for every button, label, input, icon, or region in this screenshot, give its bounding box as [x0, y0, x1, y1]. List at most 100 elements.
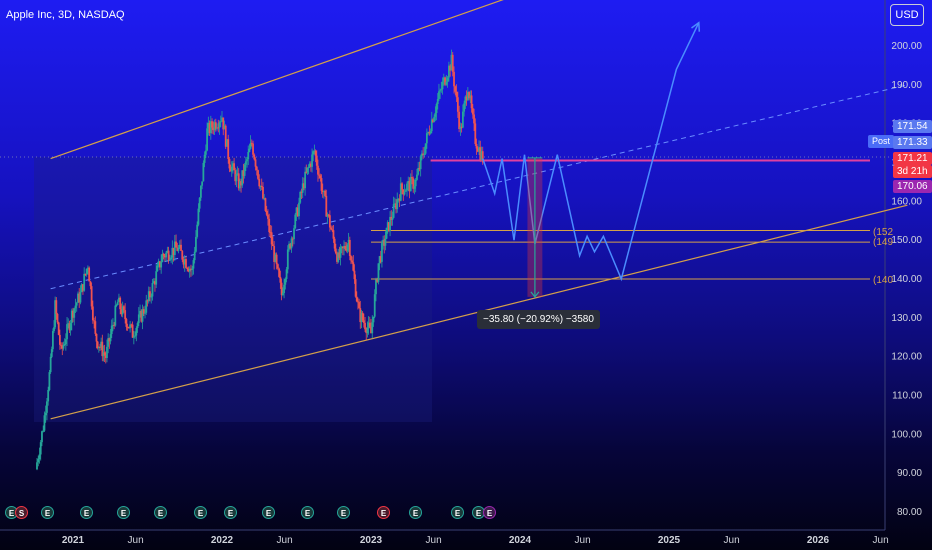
- candle-body: [304, 171, 307, 189]
- currency-button[interactable]: USD: [890, 4, 924, 26]
- level-label-3: (140: [873, 275, 894, 286]
- candle-body: [137, 314, 140, 324]
- candle-body: [283, 284, 285, 294]
- candle-body: [267, 214, 269, 219]
- candle-body: [204, 150, 207, 155]
- range-shade: [34, 157, 432, 422]
- candle-body: [312, 151, 315, 155]
- price-scale-label: 160.00: [891, 196, 922, 207]
- candle-body: [401, 183, 403, 190]
- price-scale-label: 120.00: [891, 352, 922, 363]
- candle-body: [314, 150, 317, 156]
- candle-body: [165, 252, 168, 258]
- candle-body: [311, 154, 313, 167]
- candle-body: [396, 199, 399, 210]
- candle-body: [414, 179, 417, 187]
- measure-readout: −35.80 (−20.92%) −3580: [477, 310, 600, 329]
- candle-body: [471, 108, 474, 115]
- earnings-event-marker[interactable]: E: [117, 506, 130, 519]
- earnings-event-marker[interactable]: E: [409, 506, 422, 519]
- candle-body: [264, 198, 267, 211]
- candle-body: [85, 268, 88, 274]
- candle-body: [409, 177, 412, 192]
- candle-body: [358, 302, 360, 309]
- earnings-event-marker[interactable]: E: [154, 506, 167, 519]
- candle-body: [44, 412, 47, 416]
- candle-body: [353, 270, 356, 280]
- candle-body: [202, 162, 205, 182]
- candle-body: [463, 103, 466, 112]
- candle-body: [381, 243, 383, 262]
- price-scale-label: 80.00: [897, 507, 922, 518]
- candle-body: [203, 154, 206, 163]
- candle-body: [149, 291, 151, 298]
- time-scale-label: Jun: [724, 535, 740, 546]
- candle-body: [419, 156, 422, 170]
- candle-body: [333, 238, 336, 249]
- price-scale-label: 90.00: [897, 468, 922, 479]
- candle-body: [350, 256, 352, 261]
- candle-body: [355, 296, 358, 302]
- candle-body: [186, 267, 189, 269]
- candle-body: [84, 273, 87, 275]
- candle-body: [191, 268, 194, 270]
- time-scale-label: Jun: [426, 535, 442, 546]
- candle-body: [339, 247, 342, 258]
- candle-body: [354, 279, 357, 297]
- earnings-event-marker[interactable]: E: [224, 506, 237, 519]
- earnings-event-marker[interactable]: E: [194, 506, 207, 519]
- candle-body: [473, 114, 475, 124]
- candle-body: [286, 249, 289, 270]
- candle: [48, 369, 51, 392]
- candle-body: [156, 265, 159, 272]
- candle-body: [453, 71, 455, 87]
- candle-body: [425, 133, 428, 144]
- earnings-event-marker[interactable]: E: [262, 506, 275, 519]
- candle: [438, 83, 440, 101]
- candle: [428, 125, 431, 136]
- price-chart[interactable]: 200.00190.00180.00170.00160.00150.00140.…: [0, 0, 932, 550]
- candle-body: [424, 143, 427, 154]
- candle-body: [79, 292, 82, 303]
- earnings-event-marker[interactable]: E: [451, 506, 464, 519]
- earnings-event-marker[interactable]: E: [337, 506, 350, 519]
- candle-body: [99, 346, 101, 348]
- candle-body: [131, 324, 134, 338]
- candle-body: [198, 197, 201, 209]
- candle-body: [124, 310, 127, 320]
- split-event-marker[interactable]: S: [15, 506, 28, 519]
- candle-body: [46, 401, 48, 413]
- earnings-event-marker[interactable]: E: [41, 506, 54, 519]
- candle-body: [278, 268, 281, 277]
- candle-body: [252, 143, 254, 155]
- candle-body: [436, 98, 439, 105]
- candle-body: [384, 238, 387, 246]
- candle-body: [317, 165, 319, 175]
- candle-body: [253, 154, 256, 160]
- candle-body: [290, 238, 293, 249]
- time-scale-label: 2023: [360, 535, 383, 546]
- candle-body: [38, 454, 41, 460]
- candle-body: [255, 166, 258, 171]
- candle-body: [235, 174, 238, 182]
- candle-body: [49, 356, 52, 373]
- candle-body: [115, 304, 118, 306]
- candle: [278, 267, 281, 278]
- candle-body: [180, 244, 182, 251]
- candle-body: [243, 164, 246, 176]
- candle-body: [73, 308, 76, 318]
- earnings-event-marker[interactable]: E: [80, 506, 93, 519]
- earnings-event-marker[interactable]: E: [483, 506, 496, 519]
- candle: [202, 160, 205, 182]
- candle-body: [330, 227, 332, 230]
- earnings-event-marker[interactable]: E: [377, 506, 390, 519]
- candle-body: [66, 324, 68, 340]
- candle-body: [167, 250, 170, 261]
- candle-body: [170, 257, 172, 260]
- candle: [90, 282, 93, 310]
- candle-body: [42, 430, 45, 432]
- candle-body: [260, 185, 263, 187]
- candle-body: [177, 247, 180, 251]
- earnings-event-marker[interactable]: E: [301, 506, 314, 519]
- candle-body: [75, 302, 78, 306]
